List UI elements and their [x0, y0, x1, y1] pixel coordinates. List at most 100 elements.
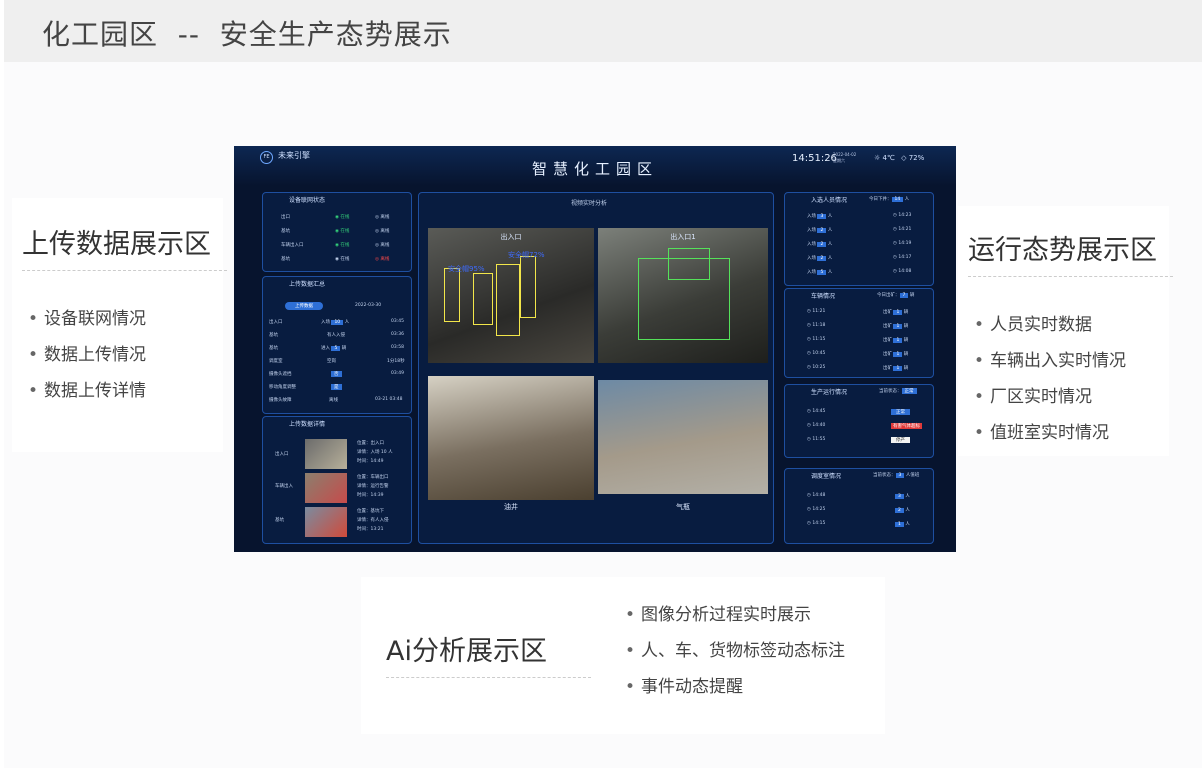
panel-title: 上传数据汇总	[289, 281, 326, 288]
dispatch-room-panel: 调度室情况 当前状态： 3 人值班 ◷ 14:48 3 人 ◷ 14:25 2 人…	[784, 468, 934, 544]
panel-title: 设备联网状态	[289, 197, 326, 204]
status-offline: ◎ 离线	[375, 229, 390, 234]
upload-area-list: 设备联网情况 数据上传情况 数据上传详情	[28, 301, 146, 409]
panel-title: 调度室情况	[811, 473, 842, 480]
upload-date[interactable]: 2022-03-30	[355, 303, 381, 308]
status-online: ◉ 在线	[335, 257, 350, 262]
detection-box	[520, 256, 536, 318]
detection-box	[444, 268, 460, 322]
vehicle-panel: 车辆情况 今日出矿： 7 辆 ◷ 11:21 出矿 1 辆 ◷ 11:18 出矿 …	[784, 288, 934, 378]
table-row: 摄像头故障	[269, 398, 292, 403]
droplet-icon: ◇	[901, 154, 907, 162]
list-item: 2 人	[895, 507, 910, 513]
today-count: 今日下井： 14 人	[869, 197, 910, 202]
list-item: 出矿 1 辆	[883, 352, 909, 357]
list-item-time: ◷ 14:15	[807, 521, 826, 526]
upload-tab[interactable]: 上传数据	[285, 302, 323, 310]
status-online: ◉ 在线	[335, 215, 350, 220]
table-row-value: 是	[331, 384, 342, 390]
list-item: 出矿 1 辆	[883, 310, 909, 315]
list-item: 入场 5 人	[807, 270, 833, 275]
clock: 14:51:26	[792, 153, 837, 164]
device-row: 出口	[281, 215, 290, 220]
panel-title: 生产运行情况	[811, 389, 848, 396]
list-item: 数据上传详情	[28, 373, 146, 409]
table-row: 移动角度调整	[269, 385, 296, 390]
video-label: 出入口1	[670, 233, 696, 241]
upload-detail-panel: 上传数据详情 出入口 位置：出入口 详情：入场 10 人时间：14:49 车辆出入…	[262, 416, 412, 544]
production-panel: 生产运行情况 当前状态： 正常 ◷ 14:45 正常 ◷ 14:40 有害气体超标…	[784, 384, 934, 458]
table-row-value: 离线	[329, 398, 338, 403]
detection-label: 安全帽72%	[508, 251, 545, 259]
video-feed-entrance[interactable]: 安全帽72% 安全帽95%	[428, 228, 594, 363]
list-item-time: ◷ 14:40	[807, 423, 826, 428]
panel-title: 车辆情况	[811, 293, 836, 300]
list-item-time: ◷ 10:25	[807, 365, 826, 370]
list-item: 事件动态提醒	[625, 669, 845, 705]
status-offline: ◎ 离线	[375, 243, 390, 248]
detail-thumbnail	[305, 507, 347, 537]
video-feed-entrance-1[interactable]	[598, 228, 768, 363]
panel-title: 上传数据详情	[289, 421, 326, 428]
weather-display: ☼ 4℃ ◇ 72%	[874, 154, 924, 162]
list-item: 入场 2 人	[807, 242, 833, 247]
upload-area-title: 上传数据展示区	[22, 229, 211, 260]
list-item: 人员实时数据	[974, 307, 1126, 343]
device-status-panel: 设备联网状态 出口 ◉ 在线 ◎ 离线 基坑 ◉ 在线 ◎ 离线 车辆出入口 ◉…	[262, 192, 412, 272]
video-feed-oil-well[interactable]	[428, 376, 594, 500]
production-status: 当前状态： 正常	[879, 388, 917, 394]
date-display: 2022-04-02 星期六	[833, 152, 856, 164]
device-row: 基坑	[281, 257, 290, 262]
detail-text: 位置：基坑下 详情：有人入侵 时间：13:21	[357, 509, 389, 532]
list-item: 车辆出入实时情况	[974, 343, 1126, 379]
page-title: 化工园区 -- 安全生产态势展示	[42, 18, 452, 51]
detail-thumbnail	[305, 473, 347, 503]
detection-box	[668, 248, 710, 280]
list-item-time: ◷ 11:15	[807, 337, 826, 342]
bottom-description-card: Ai分析展示区 图像分析过程实时展示 人、车、货物标签动态标注 事件动态提醒	[361, 577, 885, 734]
detail-row-label: 基坑	[275, 518, 284, 523]
panel-title: 入选人员情况	[811, 197, 848, 204]
table-row-value: 入场 10 人	[321, 320, 350, 325]
status-offline: ◎ 离线	[375, 257, 390, 262]
status-online: ◉ 在线	[335, 243, 350, 248]
video-feed-gas-cylinder[interactable]	[598, 380, 768, 494]
list-item: 值班室实时情况	[974, 415, 1126, 451]
personnel-panel: 入选人员情况 今日下井： 14 人 入场 3 人 ◷ 14:23 入场 2 人 ◷…	[784, 192, 934, 286]
right-description-card: 运行态势展示区 人员实时数据 车辆出入实时情况 厂区实时情况 值班室实时情况	[958, 206, 1173, 456]
list-item: 图像分析过程实时展示	[625, 597, 845, 633]
list-item-time: ◷ 14:23	[893, 213, 912, 218]
detail-row-label: 出入口	[275, 452, 289, 457]
list-item-time: ◷ 11:21	[807, 309, 826, 314]
ai-area-title: Ai分析展示区	[386, 636, 547, 667]
list-item: 厂区实时情况	[974, 379, 1126, 415]
list-item: 出矿 1 辆	[883, 324, 909, 329]
list-item-time: ◷ 14:25	[807, 507, 826, 512]
detail-thumbnail	[305, 439, 347, 469]
list-item-time: ◷ 10:45	[807, 351, 826, 356]
detail-text: 位置：出入口 详情：入场 10 人时间：14:49	[357, 441, 393, 464]
list-item: 入场 2 人	[807, 256, 833, 261]
list-item: 人、车、货物标签动态标注	[625, 633, 845, 669]
table-row-time: 03:36	[391, 332, 404, 337]
table-row-time: 03:49	[391, 371, 404, 376]
detection-label: 安全帽95%	[448, 265, 485, 273]
dashboard-preview: FE 未来引擎 智慧化工园区 14:51:26 2022-04-02 星期六 ☼…	[234, 146, 956, 552]
list-item: 设备联网情况	[28, 301, 146, 337]
list-item-time: ◷ 14:21	[893, 227, 912, 232]
weekday: 星期六	[833, 158, 845, 163]
table-row-time: 03:58	[391, 345, 404, 350]
list-item-time: ◷ 11:18	[807, 323, 826, 328]
sun-icon: ☼	[874, 154, 881, 162]
table-row-value: 空岗	[327, 359, 336, 364]
list-item-time: ◷ 14:45	[807, 409, 826, 414]
temperature: 4℃	[882, 154, 895, 162]
list-item: 入场 2 人	[807, 228, 833, 233]
detection-box	[496, 264, 520, 336]
status-offline: ◎ 离线	[375, 215, 390, 220]
page-header: 化工园区 -- 安全生产态势展示	[4, 0, 1202, 62]
table-row-time: 03:45	[391, 319, 404, 324]
operation-area-title: 运行态势展示区	[968, 235, 1157, 266]
device-row: 基坑	[281, 229, 290, 234]
detail-text: 位置：车辆出口 详情：运行告警 时间：14:39	[357, 475, 389, 498]
